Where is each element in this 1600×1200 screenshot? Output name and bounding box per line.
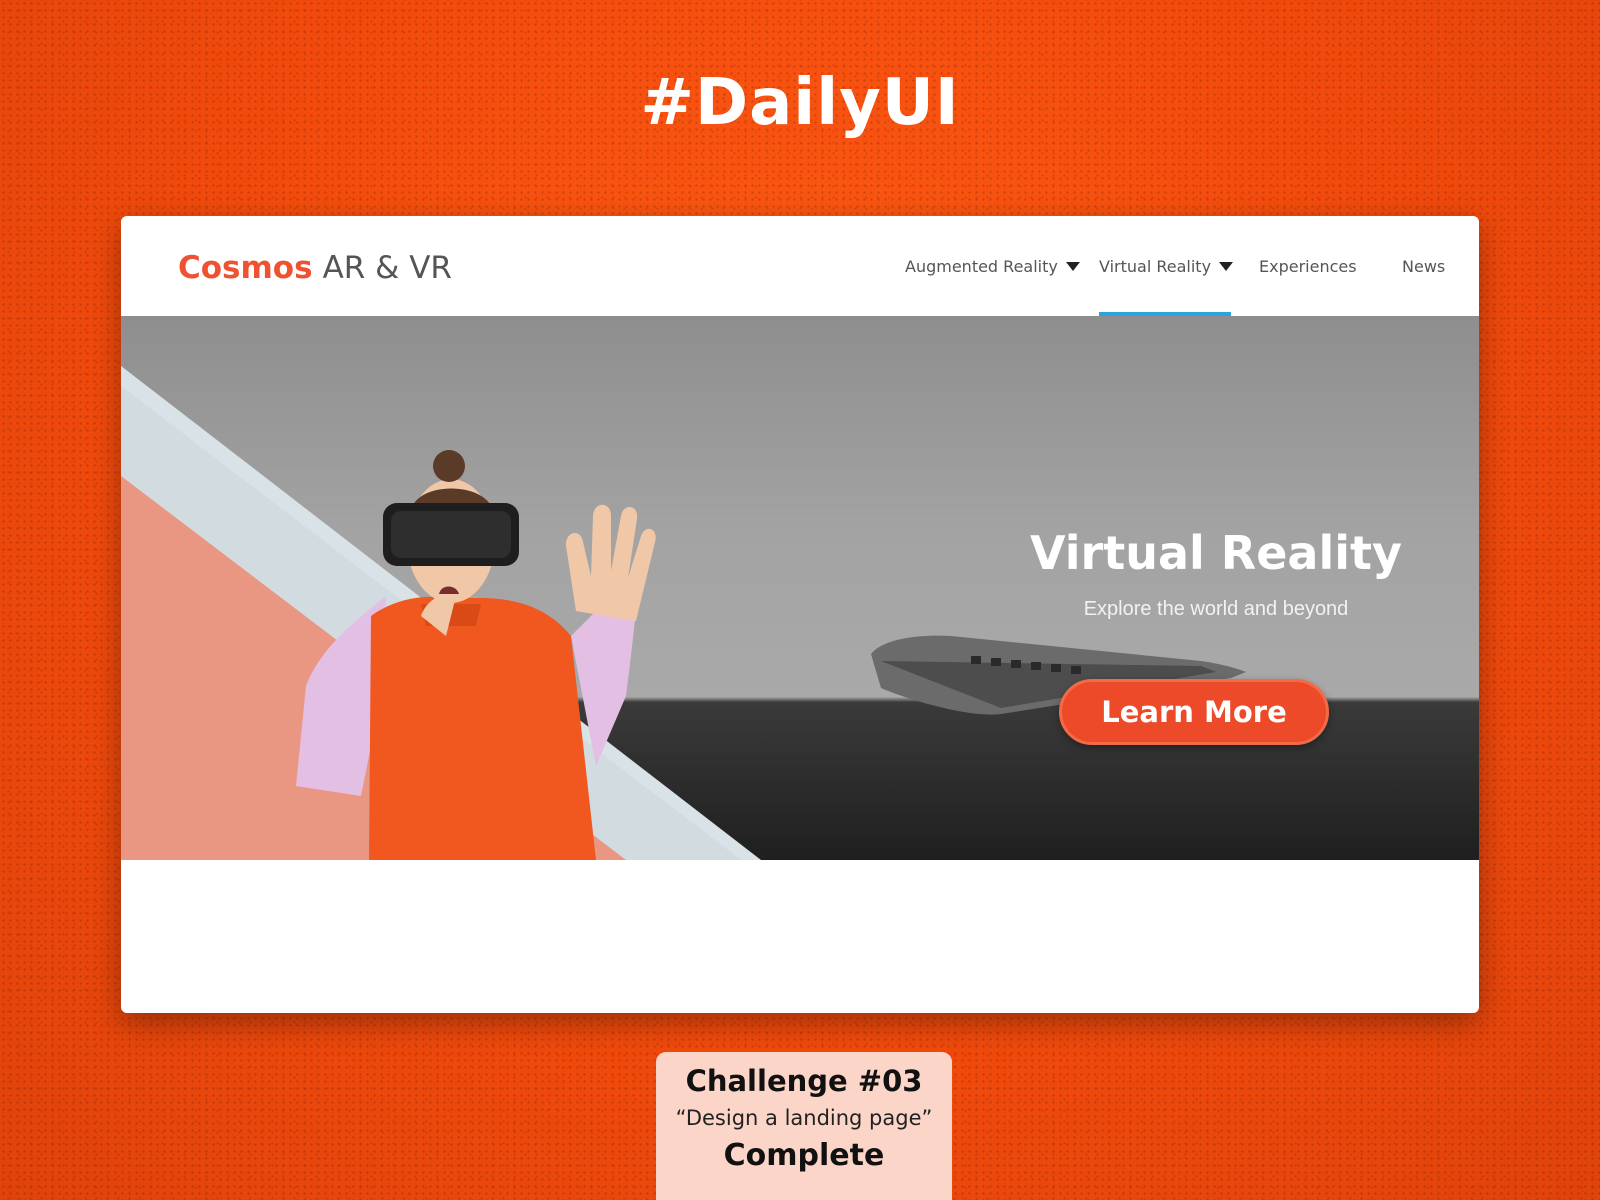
landing-page-mockup: Cosmos AR & VR Augmented Reality Virtual … bbox=[121, 216, 1479, 1013]
challenge-prompt: “Design a landing page” bbox=[675, 1106, 933, 1130]
hero-banner: Virtual Reality Explore the world and be… bbox=[121, 316, 1479, 860]
nav-item-label: Experiences bbox=[1259, 256, 1357, 276]
hero-artwork bbox=[121, 366, 1246, 860]
caret-down-icon bbox=[1065, 261, 1080, 271]
nav-item-virtual-reality[interactable]: Virtual Reality bbox=[1099, 216, 1234, 316]
nav-item-augmented-reality[interactable]: Augmented Reality bbox=[905, 216, 1080, 316]
nav-item-news[interactable]: News bbox=[1402, 216, 1445, 316]
hero-subtitle: Explore the world and beyond bbox=[1083, 598, 1349, 620]
nav-item-label: News bbox=[1402, 256, 1446, 276]
logo[interactable]: Cosmos AR & VR bbox=[178, 250, 452, 286]
caret-down-icon bbox=[1219, 261, 1234, 271]
top-nav: Cosmos AR & VR Augmented Reality Virtual … bbox=[121, 216, 1479, 316]
challenge-title: Challenge #03 bbox=[685, 1064, 923, 1098]
nav-item-experiences[interactable]: Experiences bbox=[1259, 216, 1357, 316]
challenge-status: Complete bbox=[723, 1138, 885, 1173]
page-heading: #DailyUI bbox=[640, 66, 960, 140]
nav-item-label: Augmented Reality bbox=[905, 256, 1058, 276]
challenge-badge: Challenge #03 “Design a landing page” Co… bbox=[656, 1052, 952, 1200]
logo-subtitle: AR & VR bbox=[322, 250, 452, 286]
logo-brand: Cosmos bbox=[178, 250, 313, 286]
nav-item-label: Virtual Reality bbox=[1099, 256, 1212, 276]
hero-title: Virtual Reality bbox=[1030, 526, 1402, 580]
learn-more-button[interactable]: Learn More bbox=[1059, 679, 1329, 745]
